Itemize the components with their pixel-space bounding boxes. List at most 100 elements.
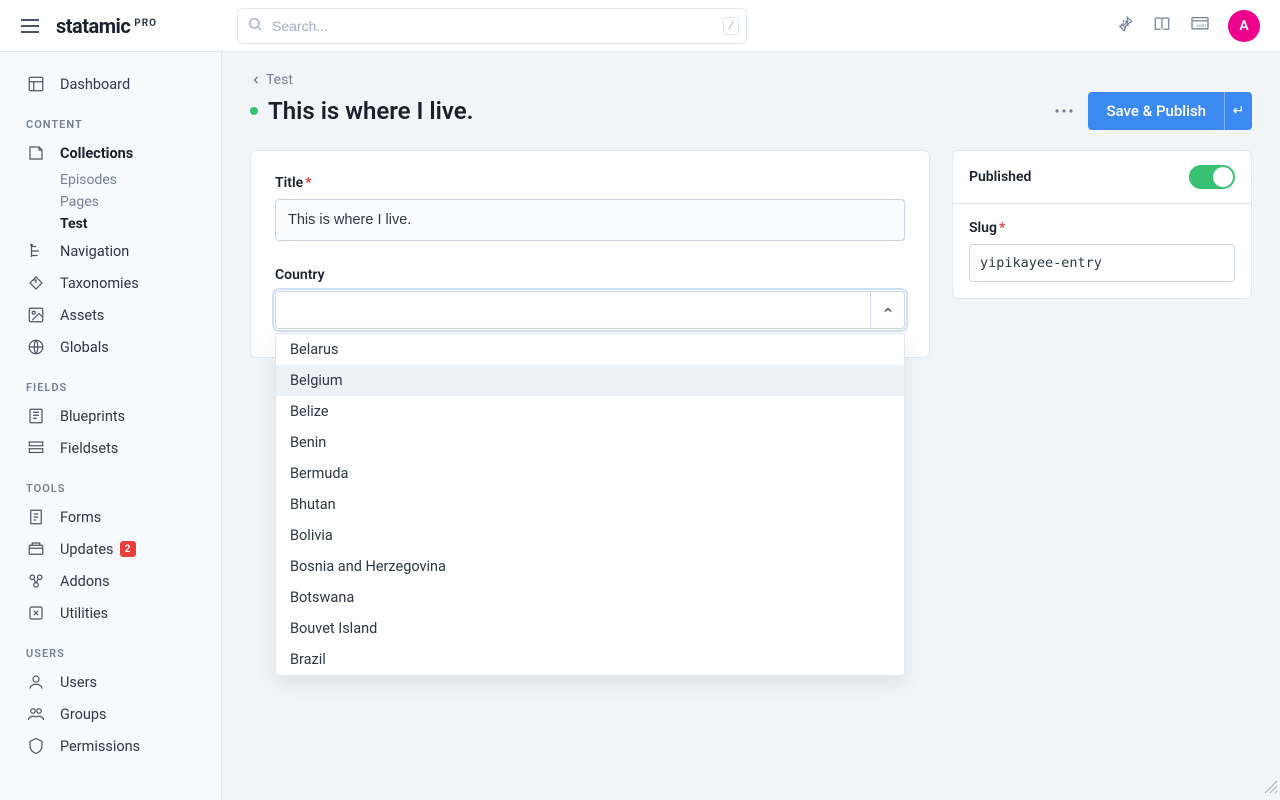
field-title: Title* — [275, 175, 905, 241]
nav-assets[interactable]: Assets — [0, 299, 221, 331]
nav-label: Globals — [60, 339, 109, 356]
title-label: Title* — [275, 175, 905, 191]
nav-label: Permissions — [60, 738, 140, 755]
nav-label: Navigation — [60, 243, 129, 260]
nav-label: Forms — [60, 509, 101, 526]
slug-label: Slug* — [969, 220, 1235, 236]
required-marker: * — [305, 175, 311, 191]
assets-icon — [26, 306, 46, 324]
country-label: Country — [275, 267, 905, 283]
dashboard-icon — [26, 75, 46, 93]
nav-label: Addons — [60, 573, 110, 590]
topbar: statamic PRO / .com A — [0, 0, 1280, 52]
section-content: CONTENT — [0, 100, 221, 137]
nav-globals[interactable]: Globals — [0, 331, 221, 363]
nav-collections-pages[interactable]: Pages — [0, 191, 221, 213]
breadcrumb[interactable]: Test — [250, 72, 1252, 88]
svg-text:.com: .com — [1195, 24, 1206, 29]
nav-addons[interactable]: Addons — [0, 565, 221, 597]
country-option[interactable]: Brazil — [276, 644, 904, 675]
section-users: USERS — [0, 629, 221, 666]
permissions-icon — [26, 737, 46, 755]
country-option[interactable]: Botswana — [276, 582, 904, 613]
main-form-card: Title* Country BelarusBelgiumBelizeBen — [250, 150, 930, 358]
taxonomies-icon — [26, 274, 46, 292]
groups-icon — [26, 705, 46, 723]
nav-label: Taxonomies — [60, 275, 139, 292]
country-option[interactable]: Belize — [276, 396, 904, 427]
save-publish-button[interactable]: Save & Publish ↵ — [1088, 92, 1252, 130]
breadcrumb-label: Test — [266, 72, 293, 88]
updates-icon — [26, 540, 46, 558]
nav-label: Assets — [60, 307, 104, 324]
slug-input[interactable] — [969, 244, 1235, 282]
status-dot — [250, 107, 258, 115]
page-header: This is where I live. Save & Publish ↵ — [250, 92, 1252, 130]
nav-label: Collections — [60, 145, 133, 162]
enter-key-icon: ↵ — [1224, 92, 1252, 130]
field-country: Country BelarusBelgiumBelizeBeninBermuda… — [275, 267, 905, 329]
country-option[interactable]: Bolivia — [276, 520, 904, 551]
search-shortcut-hint: / — [723, 17, 739, 35]
brand[interactable]: statamic PRO — [56, 14, 157, 38]
sidebar: Dashboard CONTENT Collections Episodes P… — [0, 52, 222, 800]
nav-utilities[interactable]: Utilities — [0, 597, 221, 629]
nav-collections-test[interactable]: Test — [0, 213, 221, 235]
section-tools: TOOLS — [0, 464, 221, 501]
country-option[interactable]: Belgium — [276, 365, 904, 396]
country-option[interactable]: Benin — [276, 427, 904, 458]
nav-label: Users — [60, 674, 97, 691]
more-actions-button[interactable] — [1050, 97, 1078, 125]
country-dropdown[interactable]: BelarusBelgiumBelizeBeninBermudaBhutanBo… — [275, 333, 905, 676]
nav-permissions[interactable]: Permissions — [0, 730, 221, 762]
search-input[interactable] — [237, 8, 747, 44]
utilities-icon — [26, 604, 46, 622]
nav-forms[interactable]: Forms — [0, 501, 221, 533]
nav-label: Blueprints — [60, 408, 125, 425]
nav-label: Updates — [60, 541, 114, 558]
menu-toggle[interactable] — [12, 8, 48, 44]
country-option[interactable]: Belarus — [276, 334, 904, 365]
topbar-actions: .com A — [1116, 10, 1268, 42]
nav-users[interactable]: Users — [0, 666, 221, 698]
search-icon — [247, 16, 263, 36]
country-combobox: BelarusBelgiumBelizeBeninBermudaBhutanBo… — [275, 291, 905, 329]
nav-collections[interactable]: Collections — [0, 137, 221, 169]
chevron-left-icon — [250, 74, 262, 86]
section-fields: FIELDS — [0, 363, 221, 400]
nav-taxonomies[interactable]: Taxonomies — [0, 267, 221, 299]
country-input[interactable] — [276, 292, 870, 328]
nav-label: Fieldsets — [60, 440, 118, 457]
navigation-icon — [26, 242, 46, 260]
avatar[interactable]: A — [1228, 10, 1260, 42]
published-label: Published — [969, 169, 1031, 185]
nav-label: Utilities — [60, 605, 108, 622]
nav-groups[interactable]: Groups — [0, 698, 221, 730]
nav-label: Groups — [60, 706, 107, 723]
country-option[interactable]: Bhutan — [276, 489, 904, 520]
nav-dashboard[interactable]: Dashboard — [0, 68, 221, 100]
addons-icon — [26, 572, 46, 590]
title-input[interactable] — [275, 199, 905, 241]
country-option[interactable]: Bermuda — [276, 458, 904, 489]
docs-icon[interactable] — [1152, 15, 1172, 37]
nav-label: Dashboard — [60, 76, 130, 93]
chevron-up-icon — [882, 304, 894, 316]
hamburger-icon — [21, 19, 39, 33]
updates-badge: 2 — [120, 541, 136, 557]
country-option[interactable]: Bouvet Island — [276, 613, 904, 644]
country-toggle[interactable] — [870, 292, 904, 328]
nav-collections-episodes[interactable]: Episodes — [0, 169, 221, 191]
published-toggle[interactable] — [1189, 165, 1235, 189]
site-icon[interactable]: .com — [1190, 16, 1210, 36]
nav-updates[interactable]: Updates 2 — [0, 533, 221, 565]
global-search: / — [237, 8, 747, 44]
country-option[interactable]: Bosnia and Herzegovina — [276, 551, 904, 582]
save-publish-label: Save & Publish — [1088, 92, 1224, 130]
brand-edition: PRO — [134, 18, 157, 29]
nav-navigation[interactable]: Navigation — [0, 235, 221, 267]
forms-icon — [26, 508, 46, 526]
nav-blueprints[interactable]: Blueprints — [0, 400, 221, 432]
nav-fieldsets[interactable]: Fieldsets — [0, 432, 221, 464]
pin-icon[interactable] — [1116, 15, 1134, 37]
